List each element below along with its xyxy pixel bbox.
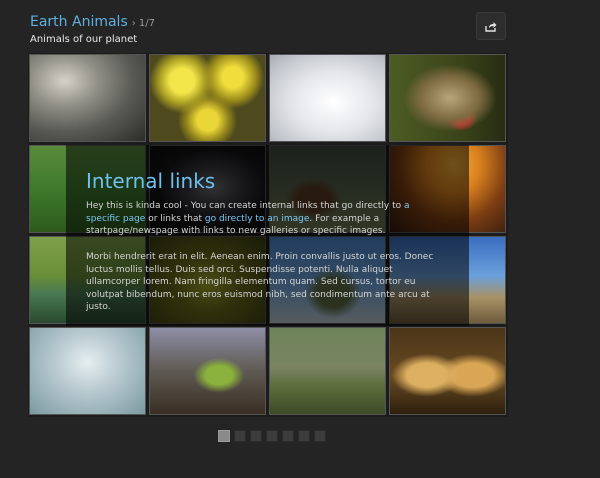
thumbnail-caterpillar[interactable] [29, 327, 146, 415]
gallery-header: Earth Animals › 1/7 Animals of our plane… [30, 14, 155, 45]
gallery-subtitle: Animals of our planet [30, 34, 138, 45]
page-dot-5[interactable] [282, 430, 294, 442]
thumbnail-chameleon[interactable] [149, 327, 266, 415]
page-dot-7[interactable] [314, 430, 326, 442]
overlay-paragraph-2: Morbi hendrerit erat in elit. Aenean eni… [86, 252, 434, 312]
gallery-title[interactable]: Earth Animals [30, 14, 128, 30]
link-direct-image[interactable]: go directly to an image [205, 214, 310, 224]
info-overlay: Internal links Hey this is kinda cool - … [66, 145, 469, 326]
page-dot-2[interactable] [234, 430, 246, 442]
overlay-title: Internal links [86, 169, 216, 193]
overlay-paragraph-1: Hey this is kinda cool - You can create … [86, 201, 410, 236]
gallery-counter: › 1/7 [131, 18, 156, 29]
title-row: Earth Animals › 1/7 [30, 14, 155, 30]
thumbnail-cheetah-cubs[interactable] [269, 327, 386, 415]
page-dot-4[interactable] [266, 430, 278, 442]
page-navigation [218, 430, 326, 442]
page-dot-3[interactable] [250, 430, 262, 442]
page-dot-6[interactable] [298, 430, 310, 442]
thumbnail-sea-anemones[interactable] [149, 54, 266, 142]
thumbnail-cheetahs[interactable] [389, 327, 506, 415]
share-button[interactable] [476, 12, 506, 40]
thumbnail-seal-pup[interactable] [269, 54, 386, 142]
thumbnail-mandrill[interactable] [389, 54, 506, 142]
page-dot-1[interactable] [218, 430, 230, 442]
share-icon [485, 21, 497, 32]
thumbnail-crocodiles[interactable] [29, 54, 146, 142]
